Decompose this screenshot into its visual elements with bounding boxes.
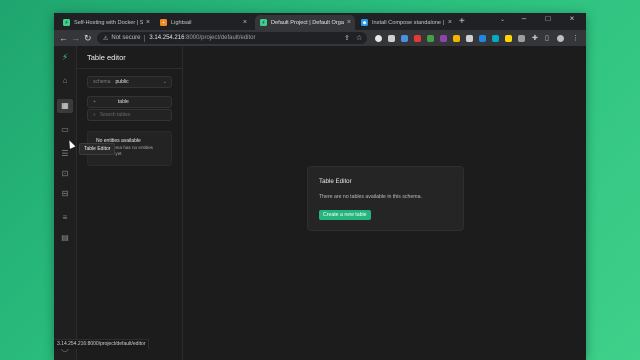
search-icon: ⌕: [93, 112, 96, 118]
card-title: Table Editor: [319, 178, 352, 185]
logs-list-icon[interactable]: ≡: [60, 213, 70, 223]
tab-install-compose[interactable]: ◆ Install Compose standalone | Do ×: [356, 15, 456, 30]
extension-icon[interactable]: [388, 35, 395, 42]
forward-icon[interactable]: →: [71, 32, 80, 44]
chevron-down-icon: ⌄: [162, 79, 167, 85]
close-tab-icon[interactable]: ×: [448, 19, 452, 26]
bookmark-star-icon[interactable]: ☆: [356, 34, 362, 42]
api-docs-icon[interactable]: ▤: [60, 233, 70, 243]
schema-value: public: [115, 79, 129, 85]
profile-avatar-icon[interactable]: [557, 35, 564, 42]
plus-icon: +: [93, 99, 96, 105]
database-icon[interactable]: ☰: [60, 149, 70, 159]
back-icon[interactable]: ←: [59, 32, 68, 44]
supabase-logo-icon[interactable]: ⚡: [60, 52, 70, 62]
tab-title: Self-Hosting with Docker | Supa: [74, 19, 143, 26]
browser-toolbar: ← → ↻ ⚠ Not secure 3.14.254.216 :8000/pr…: [54, 30, 586, 46]
address-path: :8000/project/default/editor: [184, 35, 256, 41]
sql-editor-icon[interactable]: ▭: [60, 125, 70, 135]
extension-icon[interactable]: [466, 35, 473, 42]
minimize-icon[interactable]: –: [512, 13, 536, 24]
table-editor-tooltip: Table Editor: [79, 143, 116, 155]
empty-state-card: Table Editor There are no tables availab…: [307, 166, 464, 231]
tab-title: Default Project | Default Organiza: [271, 19, 344, 26]
supabase-studio: ⚡ ⌂ ▦ ▭ ☰ ⊡ ⊟ ≡ ▤ ◯ Table Editor Table e…: [54, 46, 586, 360]
extension-icon[interactable]: [414, 35, 421, 42]
extension-icon[interactable]: [518, 35, 525, 42]
new-table-label: table: [117, 99, 129, 105]
schema-label: schema: [93, 79, 111, 85]
storage-icon[interactable]: ⊟: [60, 189, 70, 199]
extension-icon[interactable]: [375, 35, 382, 42]
extension-icon[interactable]: [401, 35, 408, 42]
reload-icon[interactable]: ↻: [84, 32, 92, 44]
close-tab-icon[interactable]: ×: [146, 19, 150, 26]
address-host: 3.14.254.216: [149, 35, 185, 41]
close-tab-icon[interactable]: ×: [243, 19, 247, 26]
supabase-favicon-icon: ⚡: [260, 19, 267, 26]
security-label: Not secure: [111, 35, 141, 41]
tab-strip: ⚡ Self-Hosting with Docker | Supa × ▪ Li…: [54, 13, 586, 30]
tab-lightsail[interactable]: ▪ Lightsail ×: [155, 15, 251, 30]
schema-selector[interactable]: schema public ⌄: [87, 76, 172, 88]
tab-title: Install Compose standalone | Do: [372, 19, 445, 26]
tab-title: Lightsail: [171, 19, 192, 26]
address-divider: [144, 34, 146, 42]
tab-self-hosting[interactable]: ⚡ Self-Hosting with Docker | Supa ×: [58, 15, 154, 30]
extension-icon[interactable]: [492, 35, 499, 42]
sidebar-divider: [77, 68, 182, 69]
extension-icon[interactable]: [453, 35, 460, 42]
warning-icon: ⚠: [103, 35, 109, 42]
link-status-bar: 3.14.254.216:8000/project/default/editor: [54, 339, 150, 349]
new-tab-icon[interactable]: +: [459, 16, 465, 27]
browser-window: ⚡ Self-Hosting with Docker | Supa × ▪ Li…: [54, 13, 586, 360]
main-content: Table Editor There are no tables availab…: [183, 46, 586, 360]
search-tables-input[interactable]: ⌕ Search tables: [87, 109, 172, 121]
supabase-favicon-icon: ⚡: [63, 19, 70, 26]
nav-rail: ⚡ ⌂ ▦ ▭ ☰ ⊡ ⊟ ≡ ▤ ◯: [54, 46, 77, 360]
address-bar[interactable]: ⚠ Not secure 3.14.254.216 :8000/project/…: [97, 32, 367, 44]
tab-search-chevron-icon[interactable]: ⌄: [500, 16, 505, 23]
close-tab-icon[interactable]: ×: [347, 19, 351, 26]
extension-icon[interactable]: [427, 35, 434, 42]
extensions-puzzle-icon[interactable]: ✚: [532, 34, 538, 42]
lightsail-favicon-icon: ▪: [160, 19, 167, 26]
table-editor-icon[interactable]: ▦: [57, 99, 73, 113]
close-window-icon[interactable]: ×: [560, 13, 584, 24]
home-icon[interactable]: ⌂: [60, 76, 70, 86]
tab-default-project[interactable]: ⚡ Default Project | Default Organiza ×: [255, 15, 355, 30]
table-editor-sidebar: Table editor schema public ⌄ + table ⌕ S…: [77, 46, 183, 360]
extension-icon[interactable]: [440, 35, 447, 42]
search-placeholder: Search tables: [99, 112, 131, 118]
new-table-button[interactable]: + table: [87, 96, 172, 108]
docker-favicon-icon: ◆: [361, 19, 368, 26]
extension-icon[interactable]: [505, 35, 512, 42]
sidebar-title: Table editor: [87, 53, 126, 62]
extension-icon[interactable]: [479, 35, 486, 42]
share-icon[interactable]: ⇪: [344, 34, 350, 42]
browser-menu-icon[interactable]: ⋮: [572, 34, 579, 42]
side-panel-icon[interactable]: ▯: [545, 34, 549, 42]
auth-lock-icon[interactable]: ⊡: [60, 169, 70, 179]
maximize-icon[interactable]: □: [536, 13, 560, 24]
card-message: There are no tables available in this sc…: [319, 194, 422, 200]
create-table-button[interactable]: Create a new table: [319, 210, 371, 220]
